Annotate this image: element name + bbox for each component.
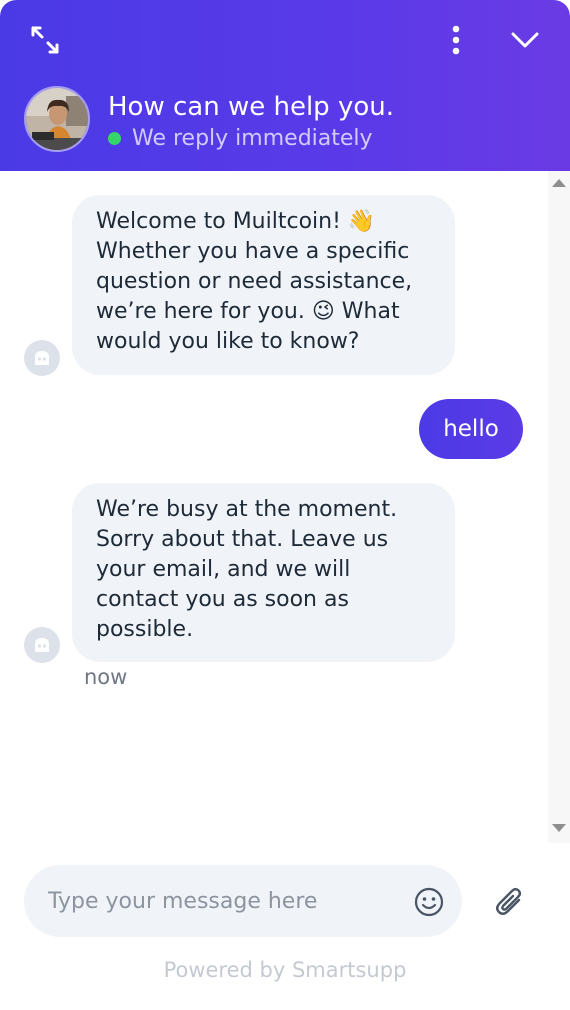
paperclip-icon (496, 887, 522, 915)
scrollbar[interactable] (548, 171, 570, 843)
emoji-button[interactable] (413, 886, 445, 918)
bot-icon (35, 638, 49, 652)
chevron-down-icon (511, 32, 539, 48)
bot-icon (35, 351, 49, 365)
message-composer (24, 865, 462, 937)
scroll-down-arrow-icon[interactable] (552, 824, 566, 832)
message-timestamp: now (84, 665, 128, 689)
agent-status: We reply immediately (108, 124, 373, 152)
chat-widget: How can we help you. We reply immediatel… (0, 0, 570, 1010)
expand-icon (31, 26, 59, 54)
visitor-message: hello (419, 399, 523, 459)
bot-avatar (24, 627, 60, 663)
smile-icon (414, 887, 444, 917)
chat-title: How can we help you. (108, 92, 394, 122)
agent-avatar (24, 86, 90, 152)
attach-file-button[interactable] (492, 884, 528, 920)
powered-by-link[interactable]: Powered by Smartsupp (0, 958, 570, 982)
bot-message-welcome: Welcome to Muiltcoin! 👋 Whether you have… (72, 195, 455, 375)
chat-header: How can we help you. We reply immediatel… (0, 0, 570, 171)
message-list[interactable]: Welcome to Muiltcoin! 👋 Whether you have… (0, 171, 570, 843)
minimize-button[interactable] (500, 20, 550, 60)
more-vertical-icon (452, 25, 460, 55)
bot-message-busy: We’re busy at the moment. Sorry about th… (72, 483, 455, 662)
more-options-button[interactable] (440, 20, 472, 60)
bot-avatar (24, 340, 60, 376)
status-text: We reply immediately (132, 125, 373, 151)
scroll-up-arrow-icon[interactable] (552, 179, 566, 187)
expand-button[interactable] (22, 20, 68, 60)
message-input[interactable] (48, 865, 408, 937)
online-status-dot (108, 131, 121, 145)
